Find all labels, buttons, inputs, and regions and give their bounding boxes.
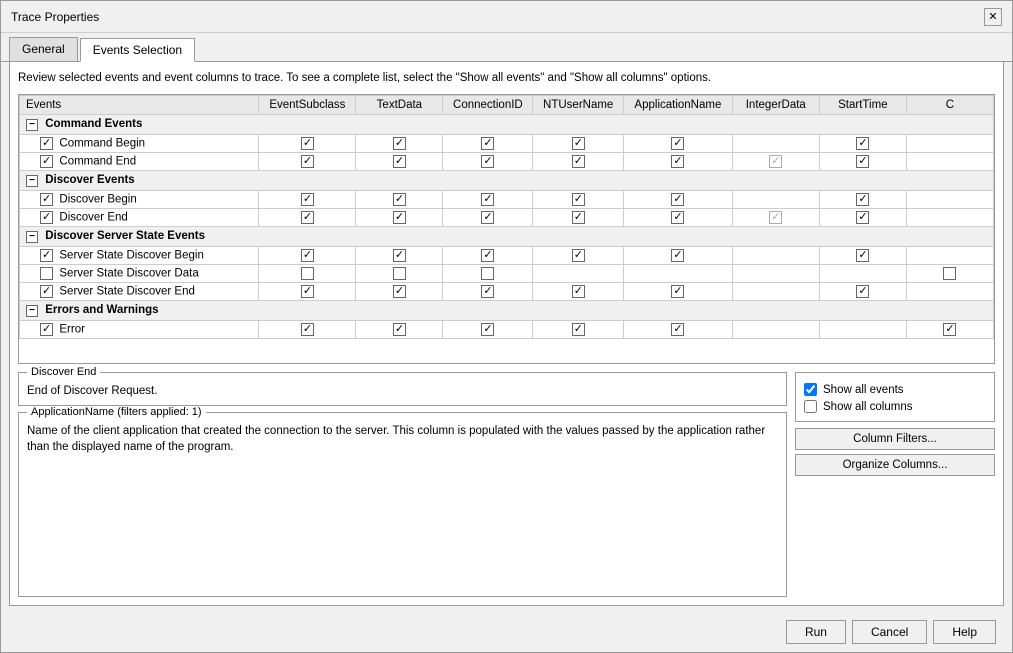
show-all-columns-row: Show all columns [804, 400, 986, 413]
right-panel: Show all events Show all columns Column … [795, 372, 995, 597]
col-textdata: TextData [356, 96, 443, 115]
table-row: Discover End [20, 209, 994, 227]
footer: Run Cancel Help [1, 614, 1012, 652]
group-discover-server-state: − Discover Server State Events [20, 227, 994, 247]
table-row: Command End [20, 153, 994, 171]
close-button[interactable]: ✕ [984, 8, 1002, 26]
action-buttons: Column Filters... Organize Columns... [795, 428, 995, 476]
group-toggle-command[interactable]: − [26, 119, 38, 131]
discover-end-panel: Discover End End of Discover Request. [18, 372, 787, 406]
event-name: Command Begin [20, 135, 259, 153]
title-bar: Trace Properties ✕ [1, 1, 1012, 33]
show-all-events-label: Show all events [823, 384, 904, 396]
trace-properties-window: Trace Properties ✕ General Events Select… [0, 0, 1013, 653]
show-all-columns-checkbox[interactable] [804, 400, 817, 413]
bottom-section: Discover End End of Discover Request. Ap… [18, 372, 995, 597]
event-row-checkbox[interactable] [40, 155, 53, 168]
event-name: Command End [20, 153, 259, 171]
discover-end-label: Discover End [27, 366, 100, 378]
column-filters-button[interactable]: Column Filters... [795, 428, 995, 450]
table-row: Server State Discover Begin [20, 247, 994, 265]
col-integerdata: IntegerData [732, 96, 819, 115]
col-c: C [906, 96, 993, 115]
cancel-button[interactable]: Cancel [852, 620, 927, 644]
tab-bar: General Events Selection [1, 33, 1012, 62]
col-connectionid: ConnectionID [443, 96, 533, 115]
run-button[interactable]: Run [786, 620, 846, 644]
appname-label: ApplicationName (filters applied: 1) [27, 406, 206, 418]
group-command-events: − Command Events [20, 115, 994, 135]
event-row-checkbox[interactable] [40, 323, 53, 336]
col-eventsubclass: EventSubclass [259, 96, 356, 115]
col-ntusername: NTUserName [533, 96, 624, 115]
event-name: Discover Begin [20, 191, 259, 209]
group-errors-warnings: − Errors and Warnings [20, 301, 994, 321]
col-starttime: StartTime [819, 96, 906, 115]
event-name: Error [20, 321, 259, 339]
events-table: Events EventSubclass TextData Connection… [19, 95, 994, 339]
event-row-checkbox[interactable] [40, 137, 53, 150]
table-row: Server State Discover Data [20, 265, 994, 283]
event-row-checkbox[interactable] [40, 285, 53, 298]
group-toggle-server-state[interactable]: − [26, 231, 38, 243]
help-button[interactable]: Help [933, 620, 996, 644]
organize-columns-button[interactable]: Organize Columns... [795, 454, 995, 476]
window-title: Trace Properties [11, 10, 99, 24]
tab-events-selection[interactable]: Events Selection [80, 38, 195, 62]
show-all-events-checkbox[interactable] [804, 383, 817, 396]
col-events: Events [20, 96, 259, 115]
table-row: Error [20, 321, 994, 339]
event-row-checkbox[interactable] [40, 267, 53, 280]
event-name: Server State Discover Data [20, 265, 259, 283]
events-table-container[interactable]: Events EventSubclass TextData Connection… [18, 94, 995, 364]
group-toggle-errors[interactable]: − [26, 305, 38, 317]
group-label-server-state: Discover Server State Events [45, 230, 205, 242]
group-label-discover: Discover Events [45, 174, 135, 186]
event-row-checkbox[interactable] [40, 249, 53, 262]
appname-content: Name of the client application that crea… [27, 423, 778, 455]
appname-panel: ApplicationName (filters applied: 1) Nam… [18, 412, 787, 597]
event-row-checkbox[interactable] [40, 193, 53, 206]
discover-end-content: End of Discover Request. [27, 383, 778, 399]
group-label-errors: Errors and Warnings [45, 304, 158, 316]
show-all-columns-label: Show all columns [823, 401, 912, 413]
group-toggle-discover[interactable]: − [26, 175, 38, 187]
tab-general[interactable]: General [9, 37, 78, 61]
event-name: Server State Discover End [20, 283, 259, 301]
options-checkboxes: Show all events Show all columns [795, 372, 995, 422]
col-applicationname: ApplicationName [624, 96, 733, 115]
description-panels: Discover End End of Discover Request. Ap… [18, 372, 787, 597]
group-label-command: Command Events [45, 118, 142, 130]
table-row: Command Begin [20, 135, 994, 153]
event-name: Discover End [20, 209, 259, 227]
event-row-checkbox[interactable] [40, 211, 53, 224]
instructions-text: Review selected events and event columns… [18, 70, 995, 86]
group-discover-events: − Discover Events [20, 171, 994, 191]
event-name: Server State Discover Begin [20, 247, 259, 265]
show-all-events-row: Show all events [804, 383, 986, 396]
table-row: Discover Begin [20, 191, 994, 209]
table-row: Server State Discover End [20, 283, 994, 301]
main-content: Review selected events and event columns… [9, 62, 1004, 606]
